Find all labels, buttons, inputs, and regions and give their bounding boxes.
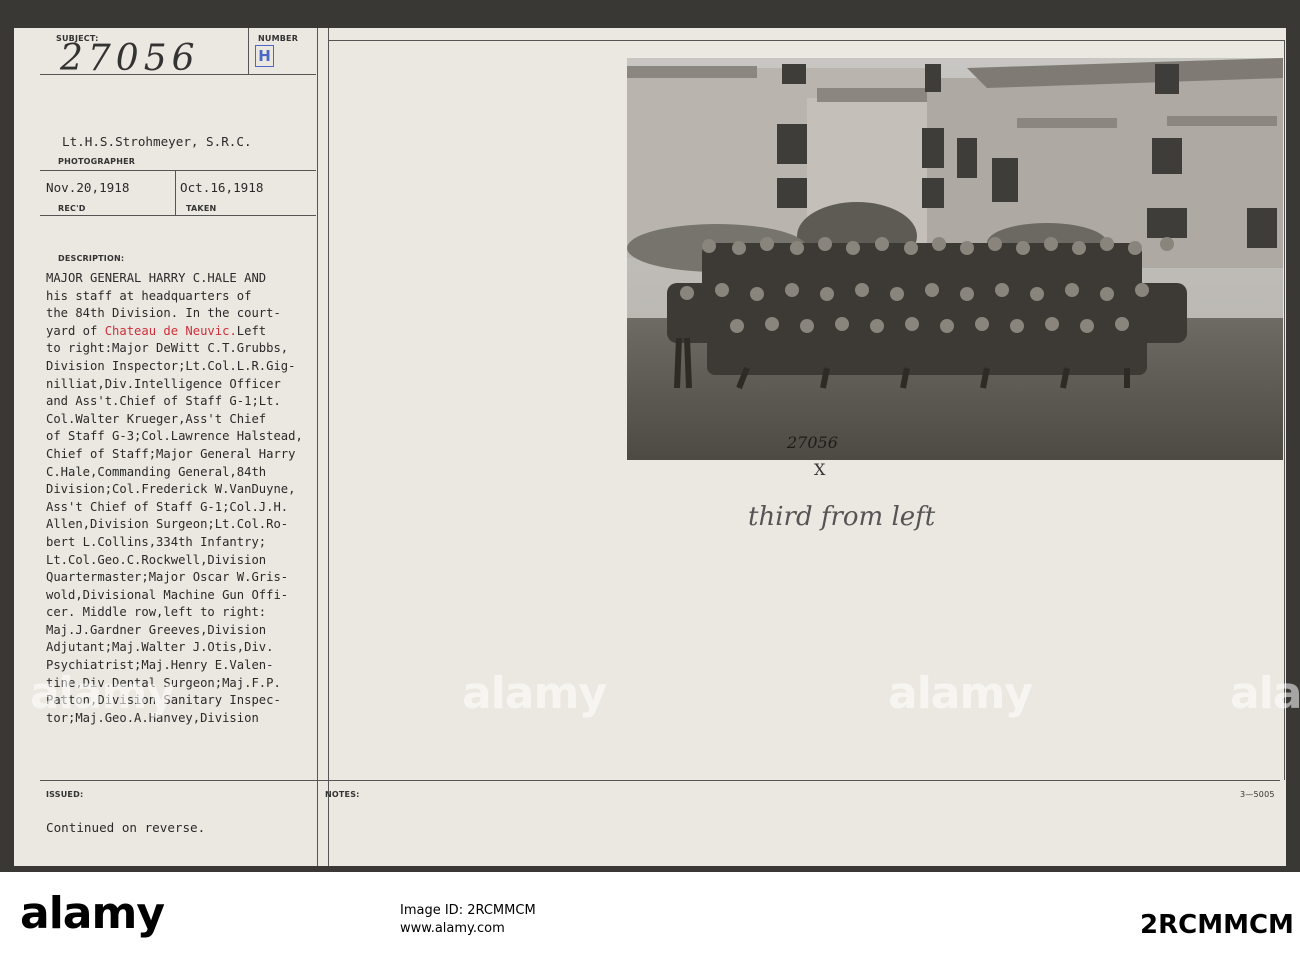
description-line: Adjutant;Maj.Walter J.Otis,Div. (46, 640, 274, 655)
stock-footer (0, 872, 1300, 962)
description-line: cer. Middle row,left to right: (46, 605, 267, 620)
subject-number: 27056 (60, 38, 200, 79)
notes-label: NOTES: (325, 790, 360, 799)
number-divider (248, 28, 249, 74)
continued-note: Continued on reverse. (46, 820, 206, 835)
image-code: 2RCMMCM (1140, 910, 1294, 940)
handwritten-note: third from left (748, 502, 936, 532)
description-line: to right:Major DeWitt C.T.Grubbs, (46, 341, 289, 356)
row-divider (40, 170, 316, 171)
number-label: NUMBER (258, 34, 299, 43)
watermark: alamy (888, 668, 1033, 719)
form-code: 3—5005 (1240, 790, 1275, 799)
issued-label: ISSUED: (46, 790, 84, 799)
handwritten-mark: X (814, 460, 826, 479)
description-line: the 84th Division. In the court- (46, 306, 281, 321)
row-divider (40, 780, 1280, 781)
place-name: Chateau de Neuvic. (104, 323, 237, 338)
received-date: Nov.20,1918 (46, 180, 130, 195)
description-line: yard of Chateau de Neuvic.Left (46, 323, 267, 338)
taken-label: TAKEN (186, 204, 217, 213)
description-line: Division;Col.Frederick W.VanDuyne, (46, 482, 296, 497)
description-line: Col.Walter Krueger,Ass't Chief (46, 411, 267, 426)
photographer-name: Lt.H.S.Strohmeyer, S.R.C. (62, 134, 252, 149)
alamy-logo: alamy (20, 888, 165, 939)
frame-top (329, 40, 1284, 41)
row-divider (40, 215, 316, 216)
date-divider (175, 170, 176, 215)
description-line: and Ass't.Chief of Staff G-1;Lt. (46, 394, 281, 409)
description-line: Quartermaster;Major Oscar W.Gris- (46, 570, 289, 585)
watermark: alamy (462, 668, 607, 719)
photographer-label: PHOTOGRAPHER (58, 157, 136, 166)
description-line: Maj.J.Gardner Greeves,Division (46, 622, 267, 637)
description-line: of Staff G-3;Col.Lawrence Halstead, (46, 429, 303, 444)
description-line: Ass't Chief of Staff G-1;Col.J.H. (46, 499, 289, 514)
photo-number-mark: 27056 (786, 433, 838, 452)
description-line: Lt.Col.Geo.C.Rockwell,Division (46, 552, 267, 567)
number-stamp: H (255, 45, 274, 67)
watermark: alamy (30, 668, 175, 719)
taken-date: Oct.16,1918 (180, 180, 264, 195)
description-line: Allen,Division Surgeon;Lt.Col.Ro- (46, 517, 289, 532)
description-line: Chief of Staff;Major General Harry (46, 446, 296, 461)
description-line: bert L.Collins,334th Infantry; (46, 534, 267, 549)
group-photograph: 27056 (627, 58, 1283, 460)
description-line: nilliat,Div.Intelligence Officer (46, 376, 281, 391)
description-line: wold,Divisional Machine Gun Offi- (46, 587, 289, 602)
description-line: his staff at headquarters of (46, 288, 252, 303)
description-label: DESCRIPTION: (58, 254, 125, 263)
image-id-text: Image ID: 2RCMMCM www.alamy.com (400, 903, 536, 936)
description-line: Division Inspector;Lt.Col.L.R.Gig- (46, 358, 296, 373)
watermark: alamy (1230, 668, 1300, 719)
received-label: REC'D (58, 204, 86, 213)
description-line: C.Hale,Commanding General,84th (46, 464, 267, 479)
photo-illustration: 27056 (627, 58, 1283, 460)
description-line: MAJOR GENERAL HARRY C.HALE AND (46, 271, 267, 285)
description-text: MAJOR GENERAL HARRY C.HALE AND his staff … (46, 270, 346, 727)
